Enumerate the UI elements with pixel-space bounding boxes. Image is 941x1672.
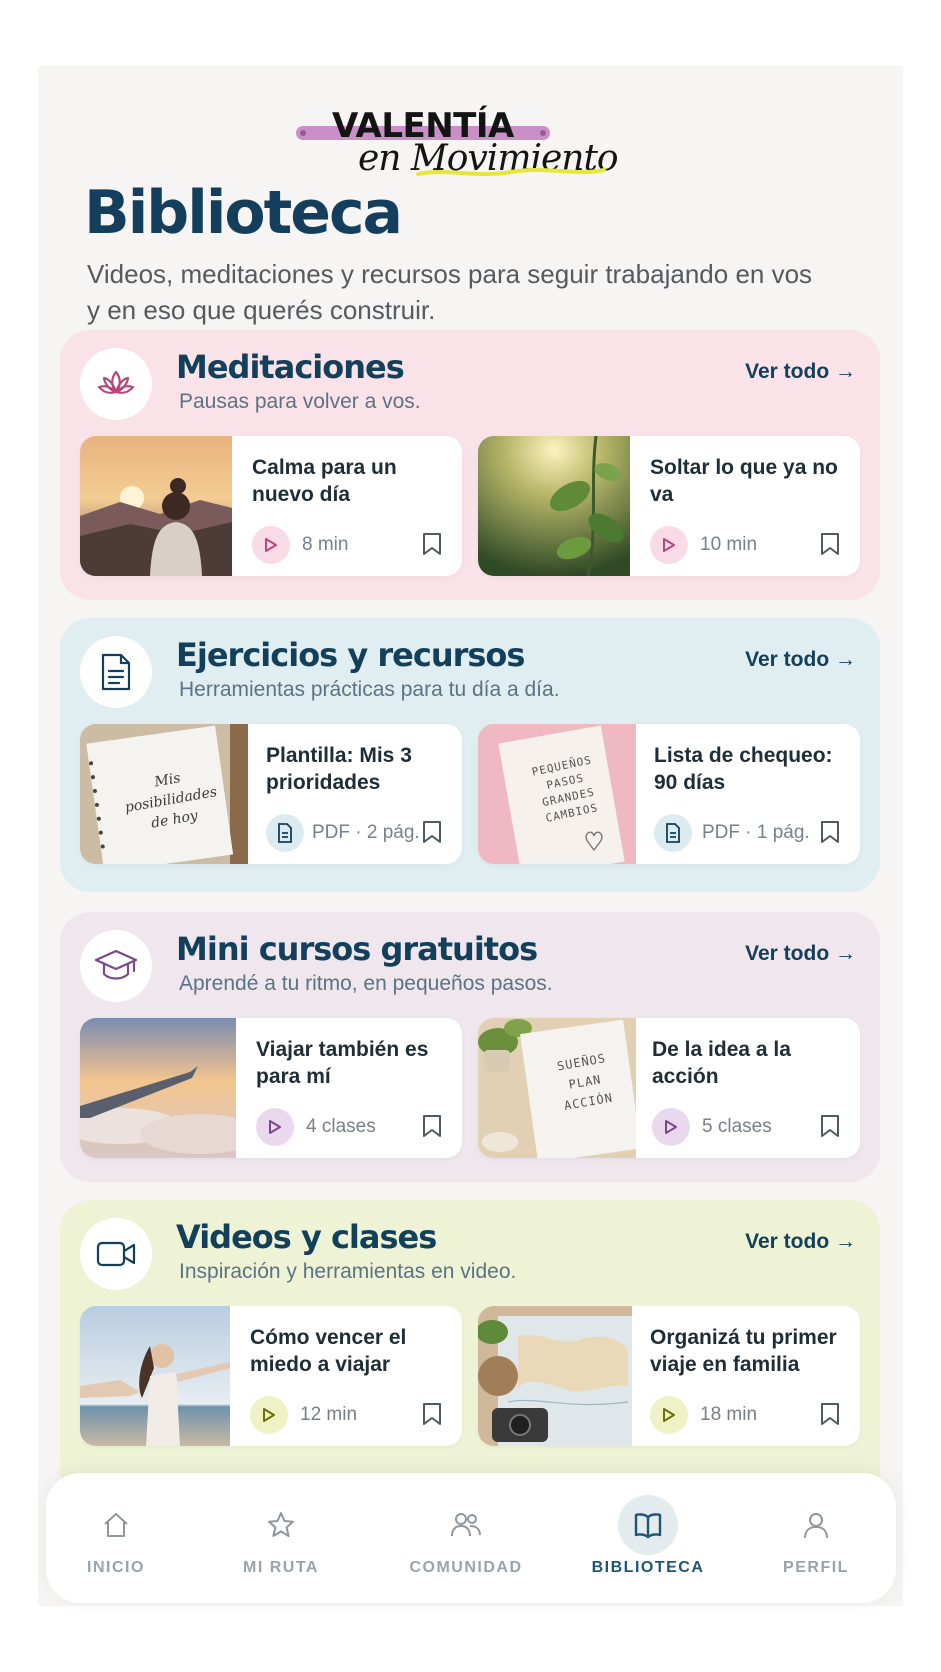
star-icon [251, 1495, 311, 1555]
section-meditaciones: Meditaciones Pausas para volver a vos. V… [60, 330, 880, 600]
play-icon[interactable] [256, 1108, 294, 1146]
content-card[interactable]: SUEÑOS PLAN ACCIÓN De la idea a la acció… [478, 1018, 860, 1158]
content-card[interactable]: Calma para un nuevo día 8 min [80, 436, 462, 576]
card-file-info: PDF · 1 pág. [702, 822, 810, 843]
page-title: Biblioteca [84, 178, 403, 248]
play-icon[interactable] [252, 526, 290, 564]
see-all-link[interactable]: Ver todo → [745, 360, 856, 384]
lotus-icon [80, 348, 152, 420]
card-duration: 8 min [302, 534, 349, 555]
home-icon [86, 1495, 146, 1555]
content-card[interactable]: Cómo vencer el miedo a viajar 12 min [80, 1306, 462, 1446]
bookmark-icon[interactable] [820, 820, 840, 844]
card-title: De la idea a la acción [652, 1038, 791, 1088]
nav-item-biblioteca[interactable]: BIBLIOTECA [568, 1473, 728, 1603]
section-title: Videos y clases [176, 1218, 437, 1256]
bookmark-icon[interactable] [422, 820, 442, 844]
see-all-link[interactable]: Ver todo → [745, 942, 856, 966]
content-card[interactable]: Mis posibilidades de hoy Plantilla: Mis … [80, 724, 462, 864]
nav-item-comunidad[interactable]: COMUNIDAD [386, 1473, 546, 1603]
bookmark-icon[interactable] [820, 1402, 840, 1426]
content-card[interactable]: PEQUEÑOS PASOS GRANDES CAMBIOS Lista de … [478, 724, 860, 864]
bookmark-icon[interactable] [820, 532, 840, 556]
person-icon [786, 1495, 846, 1555]
document-icon [266, 814, 304, 852]
graduation-cap-icon [80, 930, 152, 1002]
content-card[interactable]: Organizá tu primer viaje en familia 18 m… [478, 1306, 860, 1446]
content-card[interactable]: Soltar lo que ya no va 10 min [478, 436, 860, 576]
nav-label: PERFIL [783, 1559, 849, 1576]
card-title: Viajar también es para mí [256, 1038, 429, 1088]
card-image [80, 1018, 236, 1158]
page-subtitle: Videos, meditaciones y recursos para seg… [87, 259, 813, 325]
bookmark-icon[interactable] [422, 532, 442, 556]
card-image: PEQUEÑOS PASOS GRANDES CAMBIOS [478, 724, 636, 864]
section-subtitle: Herramientas prácticas para tu día a día… [179, 678, 560, 701]
card-duration: 10 min [700, 534, 758, 555]
bookmark-icon[interactable] [422, 1114, 442, 1138]
card-title: Calma para un nuevo día [252, 456, 397, 506]
card-title: Cómo vencer el miedo a viajar [250, 1326, 407, 1376]
section-title: Meditaciones [176, 348, 405, 386]
section-subtitle: Inspiración y herramientas en video. [179, 1260, 517, 1283]
card-lessons: 4 clases [306, 1116, 376, 1137]
card-file-info: PDF · 2 pág. [312, 822, 420, 843]
card-image: SUEÑOS PLAN ACCIÓN [478, 1018, 636, 1158]
people-icon [436, 1495, 496, 1555]
play-icon[interactable] [652, 1108, 690, 1146]
bottom-navigation: INICIO MI RUTA COMUNIDAD BIBLIOTECA PERF… [46, 1473, 896, 1603]
card-title: Plantilla: Mis 3 prioridades [266, 744, 412, 794]
nav-label: BIBLIOTECA [591, 1559, 705, 1576]
nav-item-inicio[interactable]: INICIO [46, 1473, 186, 1603]
play-icon[interactable] [250, 1396, 288, 1434]
nav-item-mi-ruta[interactable]: MI RUTA [211, 1473, 351, 1603]
play-icon[interactable] [650, 526, 688, 564]
card-image [478, 1306, 632, 1446]
see-all-link[interactable]: Ver todo → [745, 1230, 856, 1254]
card-title: Organizá tu primer viaje en familia [650, 1326, 837, 1376]
document-icon [654, 814, 692, 852]
see-all-link[interactable]: Ver todo → [745, 648, 856, 672]
card-lessons: 5 clases [702, 1116, 772, 1137]
section-title: Mini cursos gratuitos [176, 930, 538, 968]
app-screen: VALENTÍA en Movimiento Biblioteca Videos… [38, 66, 903, 1606]
card-image: Mis posibilidades de hoy [80, 724, 248, 864]
section-mini-cursos: Mini cursos gratuitos Aprendé a tu ritmo… [60, 912, 880, 1182]
document-icon [80, 636, 152, 708]
nav-item-perfil[interactable]: PERFIL [746, 1473, 886, 1603]
brand-logo: VALENTÍA en Movimiento [296, 88, 656, 179]
nav-label: MI RUTA [243, 1559, 319, 1576]
logo-underline [416, 168, 606, 176]
section-title: Ejercicios y recursos [176, 636, 525, 674]
bookmark-icon[interactable] [422, 1402, 442, 1426]
nav-label: COMUNIDAD [409, 1559, 523, 1576]
card-image [478, 436, 630, 576]
play-icon[interactable] [650, 1396, 688, 1434]
video-camera-icon [80, 1218, 152, 1290]
card-image [80, 436, 232, 576]
nav-label: INICIO [87, 1559, 145, 1576]
section-subtitle: Aprendé a tu ritmo, en pequeños pasos. [179, 972, 553, 995]
section-subtitle: Pausas para volver a vos. [179, 390, 421, 413]
card-title: Lista de chequeo: 90 días [654, 744, 833, 794]
card-image [80, 1306, 230, 1446]
book-icon [618, 1495, 678, 1555]
card-duration: 18 min [700, 1404, 758, 1425]
bookmark-icon[interactable] [820, 1114, 840, 1138]
section-videos: Videos y clases Inspiración y herramient… [60, 1200, 880, 1500]
card-duration: 12 min [300, 1404, 358, 1425]
content-card[interactable]: Viajar también es para mí 4 clases [80, 1018, 462, 1158]
card-title: Soltar lo que ya no va [650, 456, 838, 506]
section-ejercicios: Ejercicios y recursos Herramientas práct… [60, 618, 880, 892]
